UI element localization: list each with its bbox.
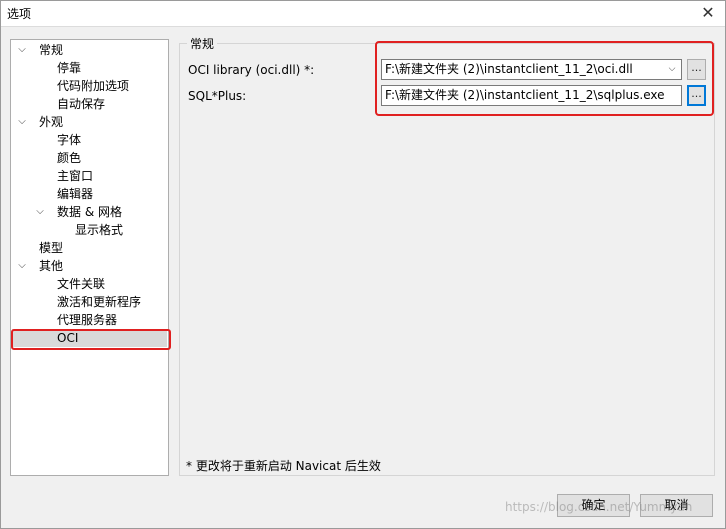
close-icon[interactable]: ✕	[698, 3, 718, 23]
oci-browse-button[interactable]: ...	[687, 59, 706, 80]
tree-item-label: OCI	[57, 331, 79, 345]
title-bar: 选项 ✕	[0, 0, 726, 27]
tree-item-label: 常规	[39, 43, 64, 57]
sqlplus-label: SQL*Plus:	[188, 89, 247, 103]
tree-item-label: 编辑器	[57, 187, 94, 201]
tree-item-appearance[interactable]: ⌵ 外观	[12, 113, 167, 131]
tree-item-oci[interactable]: OCI	[12, 329, 167, 347]
chevron-down-icon[interactable]: ⌵	[665, 60, 679, 79]
tree-item-label: 颜色	[57, 151, 82, 165]
tree-item-label: 数据 & 网格	[57, 205, 122, 219]
group-label: 常规	[187, 35, 218, 52]
restart-note: * 更改将于重新启动 Navicat 后生效	[186, 459, 381, 473]
tree-item-general[interactable]: ⌵ 常规	[12, 41, 167, 59]
tree-item-label: 停靠	[57, 61, 82, 75]
chevron-down-icon[interactable]: ⌵	[16, 257, 28, 275]
tree-item-label: 字体	[57, 133, 82, 147]
chevron-down-icon[interactable]: ⌵	[34, 203, 46, 221]
tree-item-color[interactable]: 颜色	[57, 149, 81, 167]
tree-item-label: 主窗口	[57, 169, 94, 183]
options-tree[interactable]: ⌵ 常规 停靠 代码附加选项 自动保存 ⌵ 外观 字体 颜色 主窗口 编辑器 ⌵…	[10, 39, 169, 476]
sqlplus-input[interactable]: F:\新建文件夹 (2)\instantclient_11_2\sqlplus.…	[381, 85, 682, 106]
watermark: https://blog.csdn.net/Yummyan	[505, 500, 693, 514]
oci-library-combobox[interactable]: F:\新建文件夹 (2)\instantclient_11_2\oci.dll …	[381, 59, 682, 80]
tree-item-label: 文件关联	[57, 277, 106, 291]
tree-item-label: 其他	[39, 259, 64, 273]
tree-item-file-association[interactable]: 文件关联	[57, 275, 105, 293]
tree-item-proxy-server[interactable]: 代理服务器	[57, 311, 117, 329]
tree-item-model[interactable]: 模型	[39, 239, 63, 257]
tree-item-label: 激活和更新程序	[57, 295, 142, 309]
oci-library-value: F:\新建文件夹 (2)\instantclient_11_2\oci.dll	[385, 62, 633, 76]
tree-item-docking[interactable]: 停靠	[57, 59, 81, 77]
tree-item-activation-update[interactable]: 激活和更新程序	[57, 293, 141, 311]
general-groupbox	[179, 43, 715, 476]
tree-item-label: 显示格式	[75, 223, 124, 237]
tree-item-label: 代码附加选项	[57, 79, 130, 93]
sqlplus-browse-button[interactable]: ...	[687, 85, 706, 106]
window-title: 选项	[7, 7, 32, 21]
tree-item-other[interactable]: ⌵ 其他	[12, 257, 167, 275]
oci-library-label: OCI library (oci.dll) *:	[188, 63, 315, 77]
tree-item-label: 模型	[39, 241, 64, 255]
tree-item-display-format[interactable]: 显示格式	[75, 221, 123, 239]
tree-item-label: 自动保存	[57, 97, 106, 111]
tree-item-label: 外观	[39, 115, 64, 129]
tree-item-code-options[interactable]: 代码附加选项	[57, 77, 129, 95]
chevron-down-icon[interactable]: ⌵	[16, 113, 28, 131]
tree-item-font[interactable]: 字体	[57, 131, 81, 149]
tree-item-main-window[interactable]: 主窗口	[57, 167, 93, 185]
sqlplus-value: F:\新建文件夹 (2)\instantclient_11_2\sqlplus.…	[385, 88, 665, 102]
tree-item-data-grid[interactable]: ⌵ 数据 & 网格	[30, 203, 167, 221]
tree-item-autosave[interactable]: 自动保存	[57, 95, 105, 113]
tree-item-editor[interactable]: 编辑器	[57, 185, 93, 203]
tree-item-label: 代理服务器	[57, 313, 118, 327]
chevron-down-icon[interactable]: ⌵	[16, 41, 28, 59]
